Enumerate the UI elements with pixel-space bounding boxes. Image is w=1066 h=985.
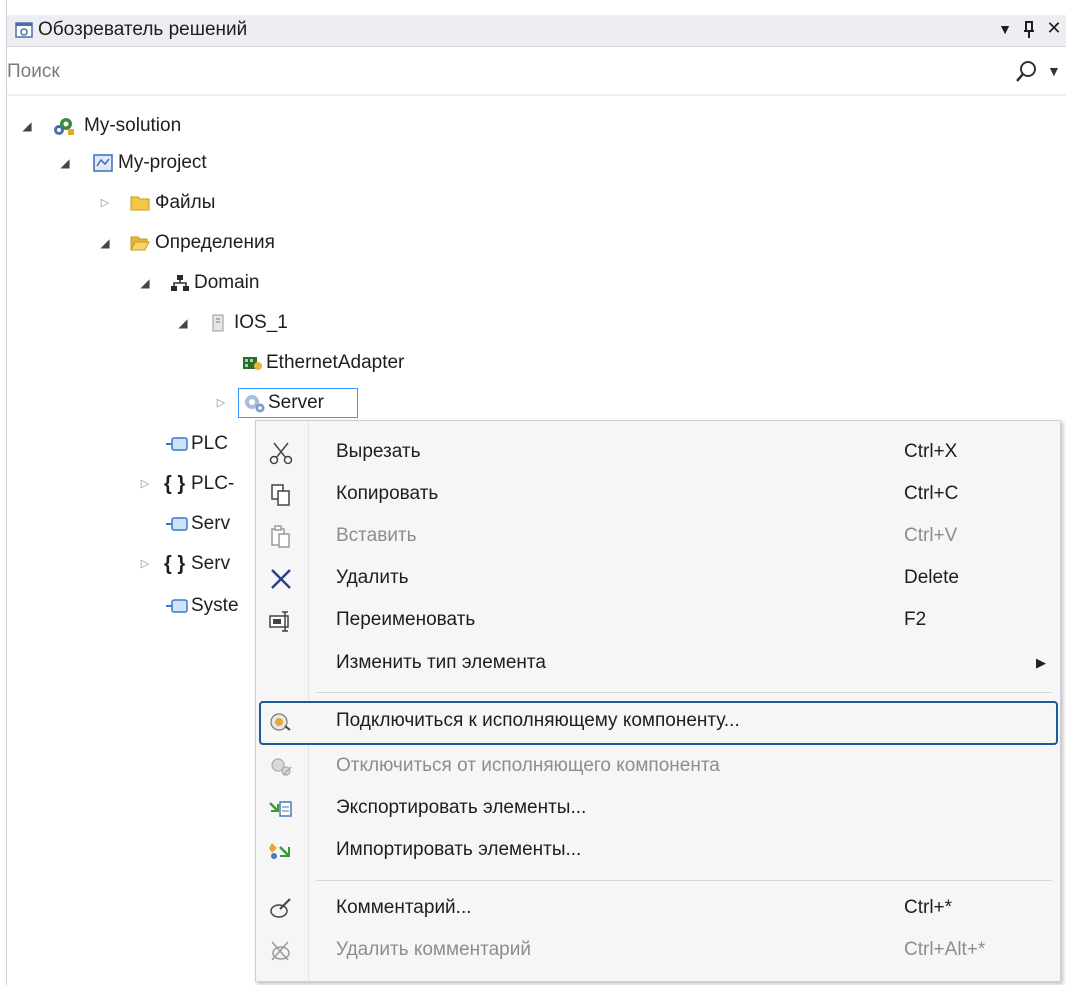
menu-item-rename[interactable]: Переименовать F2 xyxy=(256,600,1060,642)
menu-item-label: Отключиться от исполняющего компонента xyxy=(336,755,720,776)
panel-left-border xyxy=(6,0,7,985)
rename-icon xyxy=(269,611,289,632)
menu-item-label: Подключиться к исполняющему компоненту..… xyxy=(336,710,740,731)
connection-type-icon xyxy=(166,599,188,613)
connect-icon xyxy=(270,713,291,731)
menu-item-shortcut: Ctrl+X xyxy=(904,441,958,462)
collapsed-arrow-icon[interactable]: ▷ xyxy=(214,388,228,418)
search-options-dropdown[interactable]: ▼ xyxy=(1047,63,1061,79)
menu-item-cut[interactable]: Вырезать Ctrl+X xyxy=(256,432,1060,474)
network-domain-icon xyxy=(171,275,189,291)
menu-item-export[interactable]: Экспортировать элементы... xyxy=(256,788,1060,830)
panel-title-bar: Обозреватель решений ▼ ✕ xyxy=(7,15,1066,47)
disconnect-icon xyxy=(271,758,292,776)
server-machine-icon xyxy=(212,314,224,332)
menu-item-remove-comment[interactable]: Удалить комментарий Ctrl+Alt+* xyxy=(256,930,1060,972)
collapsed-arrow-icon[interactable]: ▷ xyxy=(138,549,152,579)
expanded-arrow-icon[interactable]: ◢ xyxy=(138,268,152,298)
remove-comment-icon xyxy=(271,941,290,961)
server-gears-icon xyxy=(245,395,265,413)
menu-item-shortcut: Ctrl+Alt+* xyxy=(904,939,986,960)
expanded-arrow-icon[interactable]: ◢ xyxy=(20,111,34,141)
menu-item-label: Вставить xyxy=(336,525,417,546)
export-icon xyxy=(269,801,292,817)
menu-item-connect-runtime[interactable]: Подключиться к исполняющему компоненту..… xyxy=(256,701,1060,745)
paste-icon xyxy=(271,525,290,548)
solution-explorer-panel: Обозреватель решений ▼ ✕ ▼ ◢ xyxy=(0,0,1066,985)
tree-item-label: Syste xyxy=(191,595,239,616)
delete-x-icon xyxy=(271,569,291,589)
submenu-arrow-icon: ▶ xyxy=(1036,655,1046,670)
tree-item-label: Domain xyxy=(194,272,260,293)
menu-item-shortcut: Ctrl+C xyxy=(904,483,959,504)
tree-item-label: Server xyxy=(268,392,324,413)
menu-item-label: Удалить xyxy=(336,567,409,588)
menu-item-label: Экспортировать элементы... xyxy=(336,797,587,818)
menu-item-delete[interactable]: Удалить Delete xyxy=(256,558,1060,600)
menu-item-shortcut: F2 xyxy=(904,609,927,630)
menu-item-label: Переименовать xyxy=(336,609,476,630)
menu-item-change-type[interactable]: Изменить тип элемента ▶ xyxy=(256,643,1060,685)
pin-icon xyxy=(1024,21,1034,38)
tree-item-label: My-solution xyxy=(84,115,182,136)
folder-icon xyxy=(130,196,150,211)
connection-type-icon xyxy=(166,517,188,531)
menu-item-label: Импортировать элементы... xyxy=(336,839,582,860)
tree-item-label: PLC- xyxy=(191,473,235,494)
menu-item-paste[interactable]: Вставить Ctrl+V xyxy=(256,516,1060,558)
menu-item-label: Вырезать xyxy=(336,441,421,462)
close-button[interactable]: ✕ xyxy=(1043,18,1065,39)
menu-separator xyxy=(316,692,1052,693)
menu-item-import[interactable]: Импортировать элементы... xyxy=(256,830,1060,872)
window-position-dropdown-button[interactable]: ▼ xyxy=(994,21,1016,37)
search-input[interactable] xyxy=(7,59,987,85)
menu-item-label: Комментарий... xyxy=(336,897,472,918)
tree-item-label: Serv xyxy=(191,553,231,574)
menu-item-label: Удалить комментарий xyxy=(336,939,531,960)
menu-item-disconnect-runtime[interactable]: Отключиться от исполняющего компонента xyxy=(256,746,1060,788)
copy-icon xyxy=(271,484,290,506)
collapsed-arrow-icon[interactable]: ▷ xyxy=(138,469,152,499)
menu-item-copy[interactable]: Копировать Ctrl+C xyxy=(256,474,1060,516)
import-icon xyxy=(269,843,290,859)
menu-item-shortcut: Ctrl+* xyxy=(904,897,953,918)
expanded-arrow-icon[interactable]: ◢ xyxy=(98,228,112,258)
menu-item-shortcut: Delete xyxy=(904,567,959,588)
tree-item-label: EthernetAdapter xyxy=(266,352,405,373)
tree-item-label: My-project xyxy=(118,152,207,173)
menu-item-label: Копировать xyxy=(336,483,439,504)
comment-icon xyxy=(270,898,291,918)
tree-item-label: Определения xyxy=(155,232,275,253)
braces-icon: { } xyxy=(164,553,186,575)
panel-title: Обозреватель решений xyxy=(38,19,248,40)
tree-item-label: PLC xyxy=(191,433,228,454)
solution-gears-icon xyxy=(54,118,74,135)
open-folder-icon xyxy=(130,236,150,251)
expanded-arrow-icon[interactable]: ◢ xyxy=(58,148,72,178)
project-icon xyxy=(93,154,113,172)
menu-item-comment[interactable]: Комментарий... Ctrl+* xyxy=(256,888,1060,930)
collapsed-arrow-icon[interactable]: ▷ xyxy=(98,188,112,218)
menu-separator xyxy=(316,880,1052,881)
search-icon[interactable] xyxy=(1015,60,1037,84)
network-adapter-icon xyxy=(243,357,262,370)
search-divider xyxy=(7,94,1066,96)
expanded-arrow-icon[interactable]: ◢ xyxy=(176,308,190,338)
menu-item-label: Изменить тип элемента xyxy=(336,652,546,673)
tree-item-label: Serv xyxy=(191,513,231,534)
search-bar: ▼ xyxy=(7,47,1066,96)
tree-item-label: Файлы xyxy=(155,192,216,213)
connection-type-icon xyxy=(166,437,188,451)
tree-item-label: IOS_1 xyxy=(234,312,288,333)
braces-icon: { } xyxy=(164,473,186,495)
menu-item-shortcut: Ctrl+V xyxy=(904,525,958,546)
pin-button[interactable] xyxy=(1018,18,1040,44)
solution-explorer-icon xyxy=(15,22,33,38)
context-menu: Вырезать Ctrl+X Копировать Ctrl+C Встави… xyxy=(255,420,1061,982)
scissors-icon xyxy=(269,442,293,465)
